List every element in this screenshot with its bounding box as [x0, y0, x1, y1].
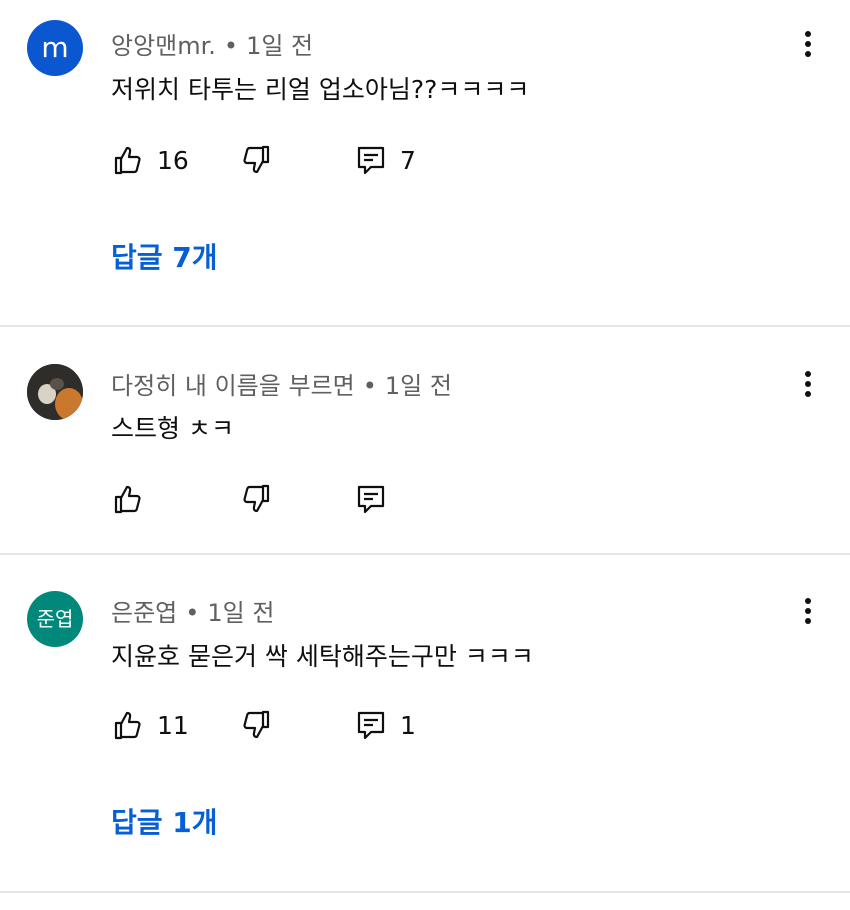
comment-meta: 다정히 내 이름을 부르면 • 1일 전 [111, 366, 452, 401]
comment-actions: 16 7 [111, 140, 511, 180]
comment-text: 지윤호 묻은거 싹 세탁해주는구만 ㅋㅋㅋ [111, 642, 534, 671]
more-vert-icon[interactable] [796, 24, 820, 64]
thumbs-down-icon [243, 484, 270, 513]
reply-count: 7 [400, 145, 416, 175]
comment-thread: m 앙앙맨mr. • 1일 전 저위치 타투는 리얼 업소아님??ㅋㅋㅋㅋ 16 7… [0, 0, 850, 327]
thumbs-up-icon [114, 485, 141, 514]
thumbs-down-icon [243, 145, 270, 174]
avatar-initial: 준엽 [36, 607, 74, 631]
avatar-initial: m [41, 31, 69, 64]
like-button[interactable]: 11 [111, 705, 189, 745]
comment-thread: 다정히 내 이름을 부르면 • 1일 전 스트형 ㅊㅋ [0, 327, 850, 555]
like-button[interactable]: 16 [111, 140, 189, 180]
thumbs-up-icon [114, 711, 141, 740]
avatar[interactable]: m [27, 20, 83, 76]
comment-meta: 은준엽 • 1일 전 [111, 593, 274, 628]
dislike-button[interactable] [241, 140, 273, 180]
reply-icon [357, 711, 385, 740]
more-vert-icon[interactable] [796, 364, 820, 404]
comment-thread: 준엽 은준엽 • 1일 전 지윤호 묻은거 싹 세탁해주는구만 ㅋㅋㅋ 11 1 답… [0, 555, 850, 893]
view-replies-link[interactable]: 답글 1개 [111, 801, 218, 841]
dislike-button[interactable] [241, 479, 273, 519]
reply-icon [357, 146, 385, 175]
comment-text: 스트형 ㅊㅋ [111, 414, 234, 443]
view-replies-link[interactable]: 답글 7개 [111, 236, 218, 276]
thumbs-down-icon [243, 710, 270, 739]
author-name[interactable]: 다정히 내 이름을 부르면 [111, 372, 355, 400]
more-vert-icon[interactable] [796, 591, 820, 631]
thumbs-up-icon [114, 146, 141, 175]
separator-dot: • [362, 372, 377, 400]
comment-time: 1일 전 [384, 372, 452, 400]
like-count: 16 [157, 145, 189, 175]
like-button[interactable] [111, 479, 143, 519]
avatar-photo [27, 364, 83, 420]
comment-actions [111, 479, 511, 519]
comment-meta: 앙앙맨mr. • 1일 전 [111, 26, 313, 61]
comment-time: 1일 전 [207, 599, 275, 627]
author-name[interactable]: 앙앙맨mr. [111, 32, 216, 60]
like-count: 11 [157, 710, 189, 740]
dislike-button[interactable] [241, 705, 273, 745]
author-name[interactable]: 은준엽 [111, 599, 177, 627]
avatar[interactable]: 준엽 [27, 591, 83, 647]
separator-dot: • [185, 599, 200, 627]
comment-text: 저위치 타투는 리얼 업소아님??ㅋㅋㅋㅋ [111, 75, 530, 104]
comment-actions: 11 1 [111, 705, 511, 745]
reply-button[interactable]: 7 [356, 140, 416, 180]
reply-button[interactable]: 1 [356, 705, 416, 745]
reply-count: 1 [400, 710, 416, 740]
separator-dot: • [223, 32, 239, 60]
reply-button[interactable] [356, 479, 386, 519]
comment-time: 1일 전 [246, 32, 314, 60]
avatar[interactable] [27, 364, 83, 420]
reply-icon [357, 485, 385, 514]
